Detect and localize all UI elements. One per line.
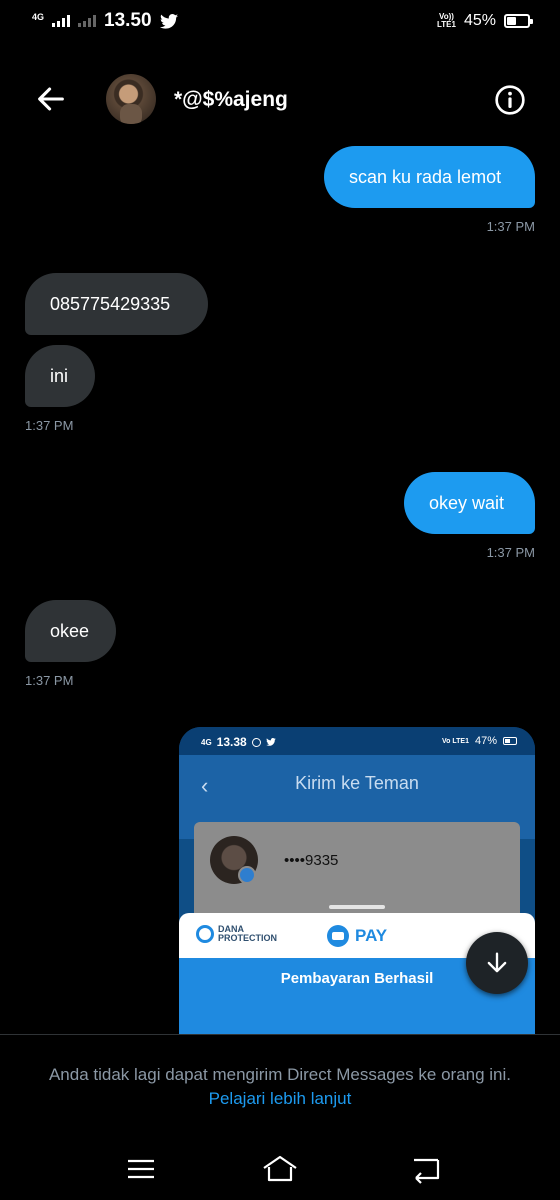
message-timestamp: 1:37 PM	[25, 418, 74, 433]
signal-icon	[52, 15, 71, 27]
status-bar: 4G 13.50 Vo)) LTE1 45%	[0, 0, 560, 44]
learn-more-link[interactable]: Pelajari lebih lanjut	[0, 1089, 560, 1109]
avatar[interactable]	[106, 74, 156, 124]
wallet-icon	[327, 925, 349, 947]
image-attachment[interactable]: 4G 13.38 Vo LTE1 47% ‹ Kirim ke Teman ••…	[179, 727, 535, 1039]
network-type: 4G	[32, 11, 45, 22]
dana-badge-icon	[238, 866, 256, 884]
shield-icon	[196, 925, 214, 943]
attachment-status-bar: 4G 13.38 Vo LTE1 47%	[179, 727, 535, 755]
back-nav-icon[interactable]	[410, 1154, 446, 1184]
message-bubble-incoming[interactable]: ini	[25, 345, 95, 407]
battery-icon	[504, 14, 533, 28]
scroll-to-bottom-button[interactable]	[466, 932, 528, 994]
battery-percent: 45%	[463, 12, 496, 29]
battery-icon	[503, 737, 517, 745]
dm-disabled-notice: Anda tidak lagi dapat mengirim Direct Me…	[48, 1065, 512, 1084]
twitter-bird-icon	[265, 738, 276, 746]
pay-logo: PAY	[327, 925, 387, 947]
message-bubble-incoming[interactable]: 085775429335	[25, 273, 208, 335]
attachment-title: Kirim ke Teman	[295, 773, 419, 793]
message-bubble-incoming[interactable]: okee	[25, 600, 116, 662]
system-navigation-bar	[0, 1140, 560, 1200]
message-text: scan ku rada lemot	[349, 166, 502, 187]
sheet-handle	[329, 905, 385, 909]
message-text: okey wait	[429, 492, 505, 513]
message-timestamp: 1:37 PM	[486, 219, 535, 234]
message-text: okee	[50, 620, 90, 641]
attachment-battery-percent: 47%	[474, 735, 497, 747]
message-bubble-outgoing[interactable]: okey wait	[404, 472, 535, 534]
message-text: ini	[50, 365, 69, 386]
twitter-bird-icon	[159, 13, 178, 29]
message-text: 085775429335	[50, 293, 171, 314]
masked-phone-number: ••••9335	[284, 852, 339, 869]
info-icon[interactable]	[494, 84, 526, 116]
back-arrow-icon[interactable]	[34, 82, 68, 116]
message-timestamp: 1:37 PM	[486, 545, 535, 560]
attachment-network: 4G	[201, 737, 212, 747]
signal-icon-secondary	[78, 15, 97, 27]
message-bubble-outgoing[interactable]: scan ku rada lemot	[324, 146, 535, 208]
contact-name[interactable]: *@$%ajeng	[174, 88, 288, 112]
attachment-time: 13.38	[216, 735, 247, 749]
message-timestamp: 1:37 PM	[25, 673, 74, 688]
whatsapp-icon	[251, 737, 261, 747]
arrow-down-icon	[487, 952, 507, 973]
attachment-volte: Vo LTE1	[442, 737, 469, 745]
conversation-header: *@$%ajeng	[0, 70, 560, 130]
menu-icon[interactable]	[123, 1154, 159, 1184]
home-icon[interactable]	[262, 1154, 298, 1184]
status-time: 13.50	[104, 10, 152, 31]
volte-indicator: Vo)) LTE1	[437, 12, 456, 29]
dana-protection-logo: DANA PROTECTION	[196, 925, 277, 943]
